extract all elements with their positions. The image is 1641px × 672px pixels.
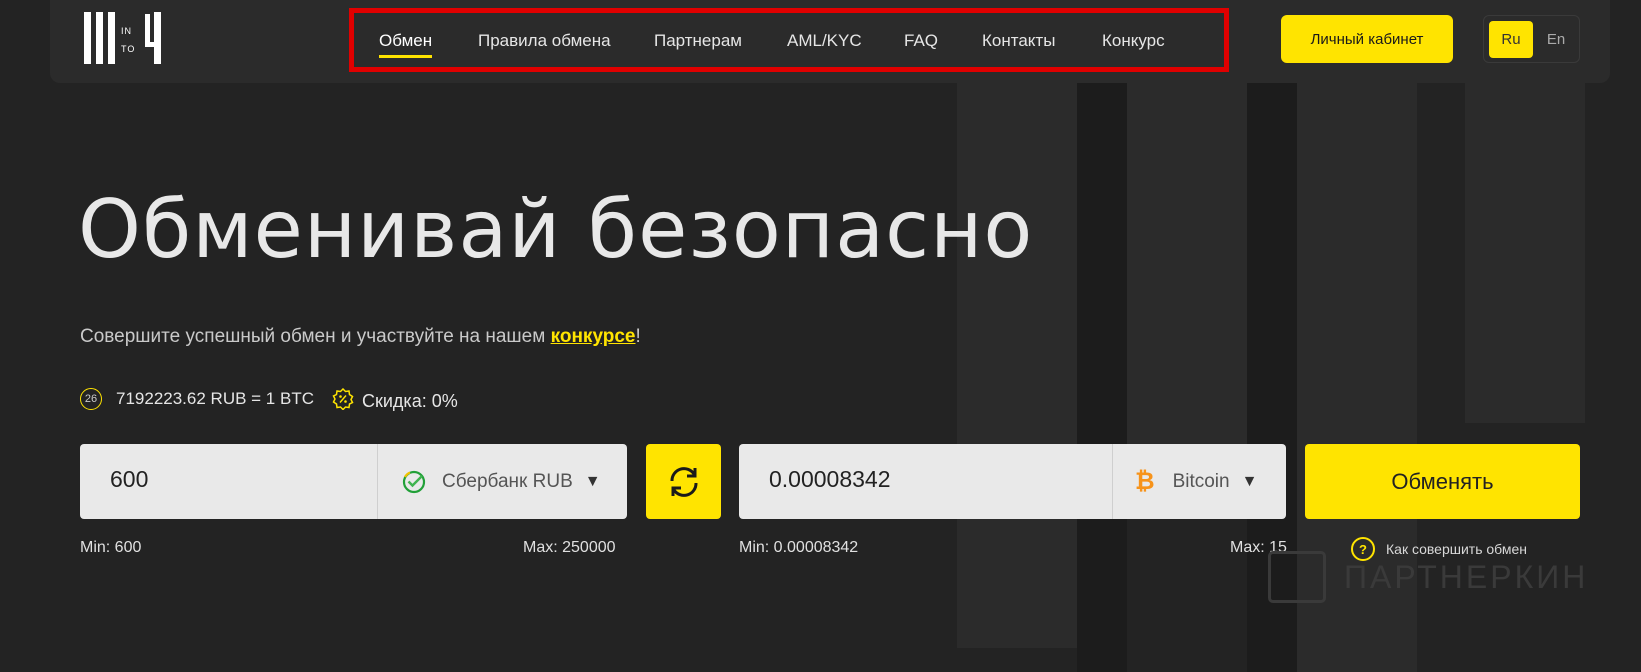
give-currency-label: Сбербанк RUB [442,470,573,492]
nav-item-contacts[interactable]: Контакты [982,31,1055,51]
give-amount-input[interactable]: 600 [110,466,148,493]
lang-ru-button[interactable]: Ru [1489,21,1533,58]
give-currency-select[interactable]: Сбербанк RUB ▼ [377,444,628,519]
get-currency-select[interactable]: ₿ Bitcoin ▼ [1112,444,1287,519]
bg-stripe [957,83,1077,648]
language-switcher: Ru En [1483,15,1580,63]
get-min: Min: 0.00008342 [739,539,859,556]
bg-stripe [1127,83,1247,503]
swap-arrows-icon [666,464,702,500]
exchange-button[interactable]: Обменять [1305,444,1580,519]
subtitle-text: Совершите успешный обмен и участвуйте на… [80,326,551,347]
discount: Скидка: 0% [332,387,458,415]
discount-badge-icon [332,387,354,415]
sberbank-icon [402,470,426,494]
subtitle: Совершите успешный обмен и участвуйте на… [80,326,641,348]
swap-button[interactable] [646,444,721,519]
get-currency-label: Bitcoin [1172,470,1230,492]
watermark: ПАРТНЕРКИН [1268,551,1588,603]
nav-item-aml-kyc[interactable]: AML/KYC [787,31,862,51]
give-min: Min: 600 [80,539,142,556]
rate-text: 7192223.62 RUB = 1 BTC [116,389,314,408]
discount-text: Скидка: 0% [362,391,458,411]
main-nav: Обмен Правила обмена Партнерам AML/KYC F… [349,8,1229,72]
watermark-logo-icon [1268,551,1326,603]
nav-item-partners[interactable]: Партнерам [654,31,742,51]
lang-en-button[interactable]: En [1536,21,1576,58]
page-title: Обменивай безопасно [78,183,1034,276]
get-amount-input[interactable]: 0.00008342 [769,466,891,493]
nav-item-rules[interactable]: Правила обмена [478,31,611,51]
logo-text-in: IN [121,26,132,36]
logo[interactable]: IN TO [84,12,164,66]
bg-stripe [1465,83,1585,423]
get-amount-field[interactable]: 0.00008342 ₿ Bitcoin ▼ [739,444,1286,519]
give-max: Max: 250000 [523,539,616,556]
nav-item-faq[interactable]: FAQ [904,31,938,51]
timer-icon: 26 [80,388,102,410]
nav-item-exchange[interactable]: Обмен [379,31,433,58]
personal-cabinet-button[interactable]: Личный кабинет [1281,15,1453,63]
give-amount-field[interactable]: 600 Сбербанк RUB ▼ [80,444,627,519]
exchange-rate: 26 7192223.62 RUB = 1 BTC [80,388,314,410]
dropdown-arrow-icon: ▼ [1241,472,1258,490]
logo-text-to: TO [121,44,136,54]
watermark-text: ПАРТНЕРКИН [1344,558,1589,595]
subtitle-end: ! [635,326,641,347]
nav-item-contest[interactable]: Конкурс [1102,31,1165,51]
dropdown-arrow-icon: ▼ [584,472,601,490]
contest-link[interactable]: конкурсе [551,326,636,347]
bitcoin-icon: ₿ [1135,467,1155,495]
bg-stripe [1077,83,1127,672]
